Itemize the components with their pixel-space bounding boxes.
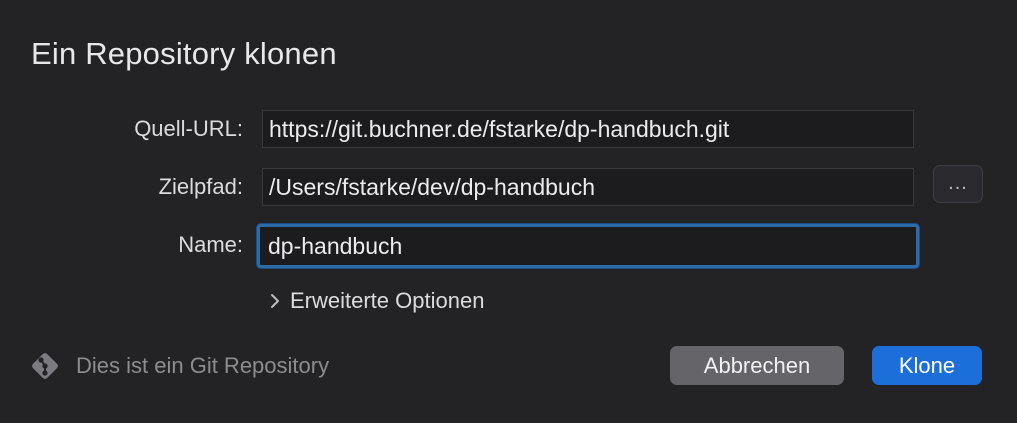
- git-icon: [28, 349, 62, 383]
- advanced-options-label: Erweiterte Optionen: [290, 288, 485, 313]
- target-path-input[interactable]: /Users/fstarke/dev/dp-handbuch: [262, 168, 914, 206]
- repository-status-text: Dies ist ein Git Repository: [76, 353, 330, 378]
- clone-button[interactable]: Klone: [872, 346, 982, 385]
- clone-repository-dialog: Ein Repository klonen Quell-URL: https:/…: [0, 0, 1017, 423]
- repository-status: Dies ist ein Git Repository: [28, 350, 329, 382]
- cancel-button[interactable]: Abbrechen: [670, 346, 844, 385]
- target-path-label: Zielpfad:: [158, 174, 243, 199]
- source-url-label: Quell-URL:: [134, 116, 243, 141]
- browse-button[interactable]: ...: [933, 165, 983, 203]
- name-input[interactable]: dp-handbuch: [257, 224, 919, 268]
- chevron-right-icon: [265, 286, 285, 316]
- advanced-options-toggle[interactable]: Erweiterte Optionen: [265, 286, 484, 316]
- source-url-input[interactable]: https://git.buchner.de/fstarke/dp-handbu…: [262, 110, 914, 148]
- dialog-title: Ein Repository klonen: [31, 36, 337, 71]
- name-label: Name:: [178, 232, 243, 257]
